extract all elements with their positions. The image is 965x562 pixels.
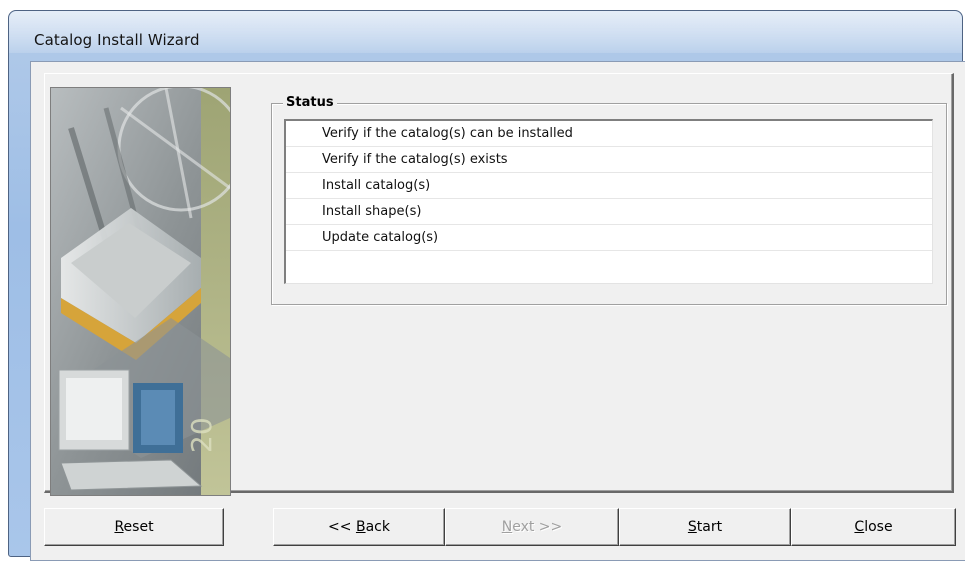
wizard-side-image: 20: [50, 87, 231, 496]
next-button[interactable]: Next >>: [445, 508, 619, 546]
status-list[interactable]: Verify if the catalog(s) can be installe…: [284, 119, 933, 284]
list-item[interactable]: Update catalog(s): [286, 225, 932, 251]
window-title: Catalog Install Wizard: [34, 31, 200, 49]
close-button[interactable]: Close: [791, 508, 956, 546]
list-item[interactable]: Verify if the catalog(s) can be installe…: [286, 121, 932, 147]
reset-button[interactable]: Reset: [44, 508, 224, 546]
list-item-empty: [286, 251, 932, 277]
svg-text:20: 20: [185, 417, 218, 453]
status-label: Status: [283, 95, 337, 110]
start-button[interactable]: Start: [619, 508, 791, 546]
list-item[interactable]: Verify if the catalog(s) exists: [286, 147, 932, 173]
back-button[interactable]: << Back: [273, 508, 445, 546]
list-item[interactable]: Install shape(s): [286, 199, 932, 225]
wizard-window: Catalog Install Wizard 20 Status Verify …: [8, 10, 965, 561]
client-area: 20 Status Verify if the catalog(s) can b…: [30, 61, 965, 561]
list-item[interactable]: Install catalog(s): [286, 173, 932, 199]
